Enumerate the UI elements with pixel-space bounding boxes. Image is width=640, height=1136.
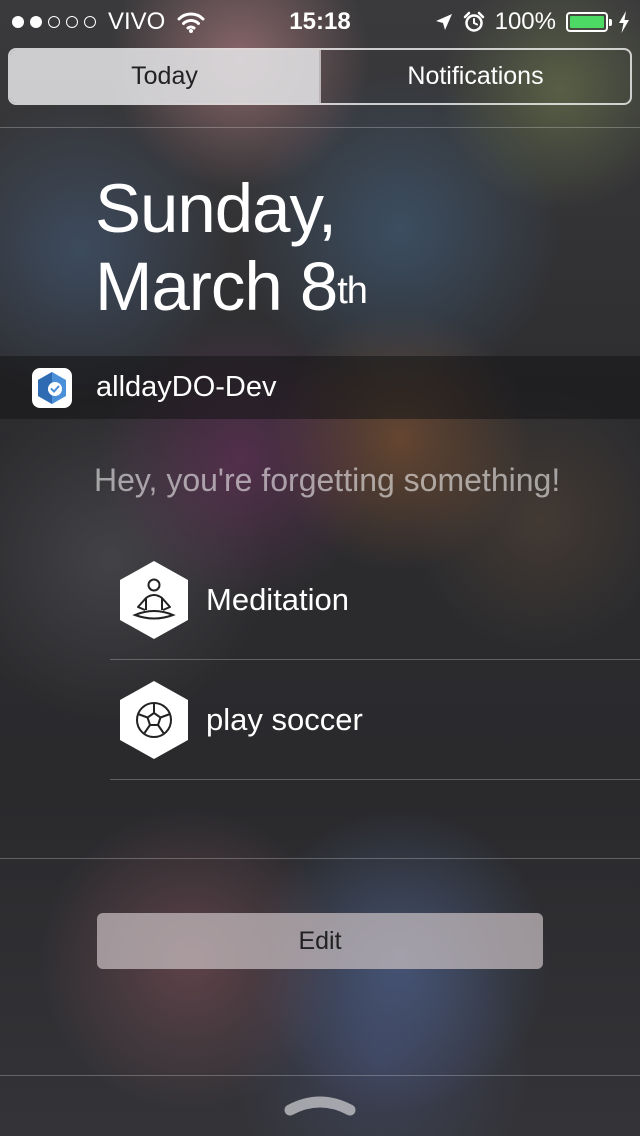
task-item-play-soccer[interactable]: play soccer [110, 660, 640, 780]
grabber-handle-icon[interactable] [284, 1088, 356, 1118]
task-item-meditation[interactable]: Meditation [110, 540, 640, 660]
widget-message: Hey, you're forgetting something! [94, 462, 561, 498]
battery-icon [566, 12, 612, 32]
tab-notifications[interactable]: Notifications [319, 50, 630, 103]
tab-today[interactable]: Today [10, 50, 319, 103]
widget-header[interactable]: alldayDO-Dev [0, 356, 640, 419]
task-label: play soccer [206, 701, 363, 737]
status-right: 100% [435, 8, 630, 36]
battery-percent: 100% [494, 8, 556, 35]
today-notifications-segmented-control: Today Notifications [8, 48, 632, 105]
widget-app-name: alldayDO-Dev [96, 371, 277, 403]
date-month-day: March 8 [95, 248, 338, 325]
charging-bolt-icon [619, 11, 629, 33]
task-label: Meditation [206, 581, 350, 617]
date-weekday: Sunday, [95, 170, 337, 247]
edit-button[interactable]: Edit [97, 913, 543, 969]
alarm-clock-icon [463, 11, 484, 32]
meditation-icon [120, 560, 188, 639]
date-month-day-line: March 8th [95, 248, 368, 326]
date-heading: Sunday, March 8th [95, 170, 368, 326]
battery-fill [570, 16, 604, 28]
divider [0, 1075, 640, 1076]
date-ordinal-suffix: th [337, 270, 368, 312]
divider [0, 127, 640, 128]
status-bar: VIVO 15:18 100% [0, 0, 640, 40]
allday-hexagon-check-icon [32, 367, 72, 408]
location-arrow-icon [435, 14, 452, 30]
soccer-ball-icon [120, 680, 188, 759]
divider [0, 858, 640, 859]
